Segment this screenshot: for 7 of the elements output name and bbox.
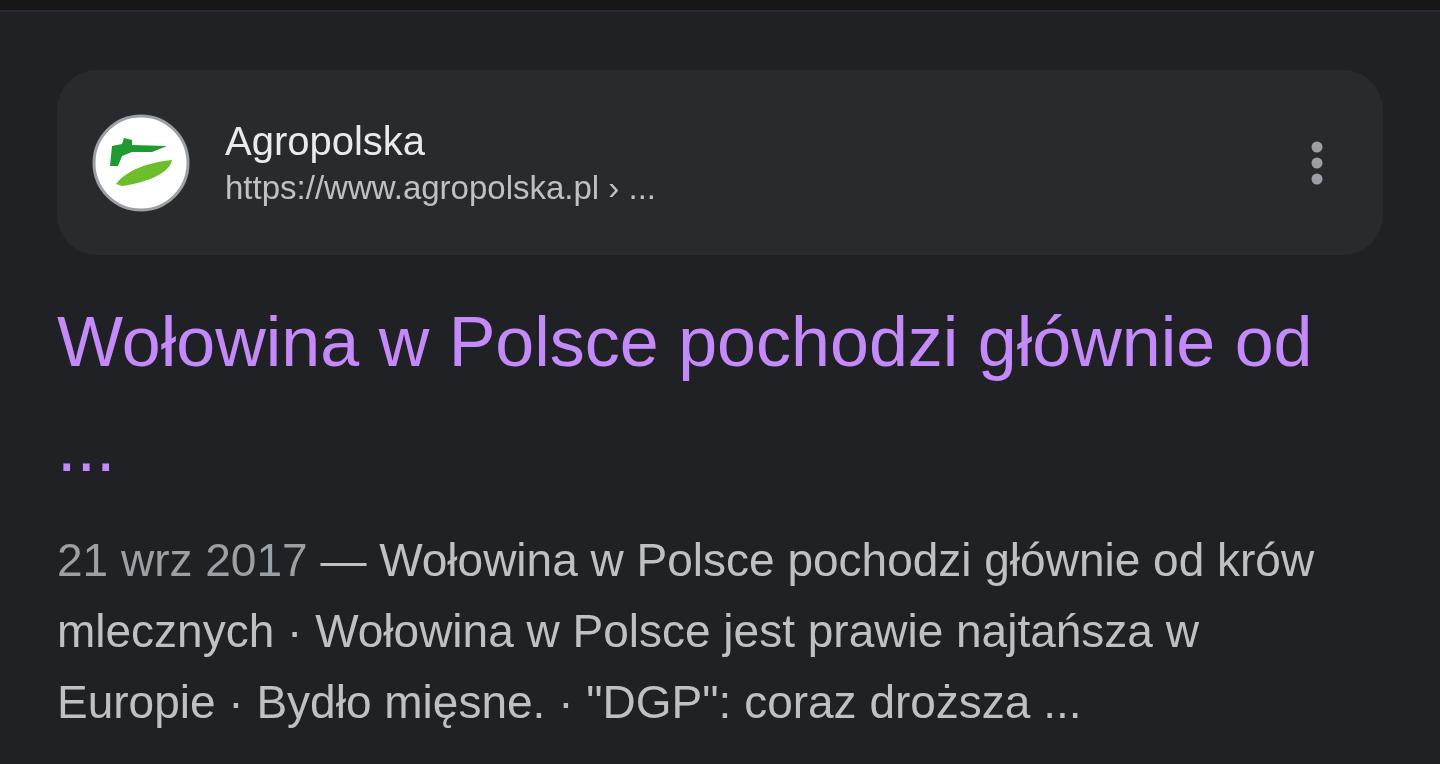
site-name: Agropolska [225,117,427,165]
result-title-link[interactable]: Wołowina w Polsce pochodzi głównie od ... [57,290,1357,500]
site-url: https://www.agropolska.pl › ... [225,167,657,208]
result-snippet: 21 wrz 2017 — Wołowina w Polsce pochodzi głównie od krów mlecznych · Wołowina w Polsce jest prawie najtańsza w Europie · Bydło mięsne. · "DGP": coraz droższa ... [57,533,1316,730]
site-logo-icon [92,113,190,212]
source-card[interactable]: Agropolska https://www.agropolska.pl › ... [57,70,1383,255]
more-options-icon[interactable] [1311,140,1323,185]
